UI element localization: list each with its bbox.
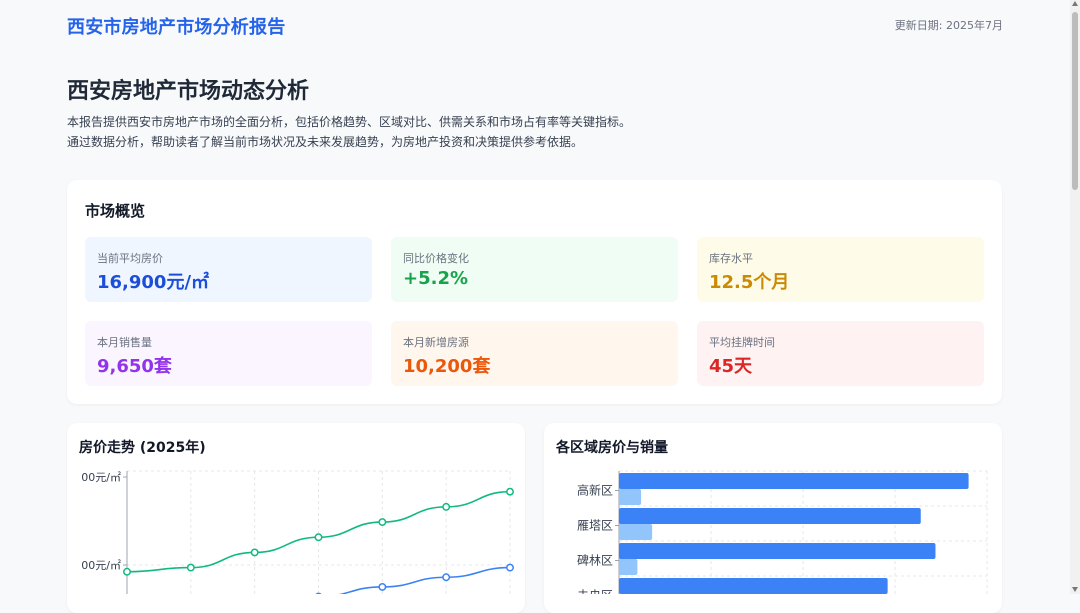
metric-value: 12.5个月 xyxy=(709,272,790,293)
metric-label: 本月销售量 xyxy=(97,336,152,349)
metric-avg-price: 当前平均房价 16,900元/㎡ xyxy=(85,237,372,302)
metric-inventory: 库存水平 12.5个月 xyxy=(697,237,984,302)
metric-value: +5.2% xyxy=(403,268,469,289)
bar-sales xyxy=(619,559,638,575)
category-label: 高新区 xyxy=(577,483,613,498)
intro-line-1: 本报告提供西安市房地产市场的全面分析，包括价格趋势、区域对比、供需关系和市场占有… xyxy=(67,115,632,129)
metric-label: 库存水平 xyxy=(709,252,753,265)
category-label: 碑林区 xyxy=(577,553,613,568)
district-card: 高新区雁塔区碑林区未央区 各区域房价与销量 xyxy=(544,423,1002,613)
bar-price xyxy=(619,473,969,489)
bar-price xyxy=(619,543,936,559)
vertical-scrollbar[interactable] xyxy=(1070,0,1080,594)
data-point xyxy=(186,563,195,572)
bar-sales xyxy=(619,524,653,540)
metric-label: 平均挂牌时间 xyxy=(709,336,775,349)
data-point xyxy=(378,518,387,527)
data-point xyxy=(123,567,131,576)
data-point xyxy=(314,533,323,542)
page-title: 西安房地产市场动态分析 xyxy=(67,79,310,104)
metric-label: 同比价格变化 xyxy=(403,252,469,265)
category-label: 雁塔区 xyxy=(577,519,613,533)
metric-value: 16,900元/㎡ xyxy=(97,272,210,293)
market-overview-card: 市场概览 当前平均房价 16,900元/㎡ 同比价格变化 +5.2% 库存水平 … xyxy=(67,180,1002,404)
district-title: 各区域房价与销量 xyxy=(556,440,668,456)
metric-yoy-change: 同比价格变化 +5.2% xyxy=(391,237,678,302)
scroll-down-arrow-icon[interactable] xyxy=(1072,587,1078,592)
header: 西安市房地产市场分析报告 更新日期: 2025年7月 xyxy=(0,0,1070,50)
data-point xyxy=(250,548,259,557)
site-title[interactable]: 西安市房地产市场分析报告 xyxy=(67,13,285,39)
category-label: 未央区 xyxy=(577,589,613,595)
metric-value: 45天 xyxy=(709,356,753,377)
price-trend-card: 00元/㎡ 00元/㎡ 房价走势 (2025年) xyxy=(67,423,525,613)
y-tick-label: 00元/㎡ xyxy=(81,471,121,484)
data-point xyxy=(442,573,451,582)
metric-avg-listing-time: 平均挂牌时间 45天 xyxy=(697,321,984,386)
metric-new-listings: 本月新增房源 10,200套 xyxy=(391,321,678,386)
metric-label: 本月新增房源 xyxy=(403,336,469,349)
intro-line-2: 通过数据分析，帮助读者了解当前市场状况及未来发展趋势，为房地产投资和决策提供参考… xyxy=(67,135,584,149)
scroll-thumb[interactable] xyxy=(1072,12,1078,190)
intro-text: 本报告提供西安市房地产市场的全面分析，包括价格趋势、区域对比、供需关系和市场占有… xyxy=(67,112,631,152)
price-trend-title: 房价走势 (2025年) xyxy=(79,440,206,456)
update-date: 更新日期: 2025年7月 xyxy=(894,19,1003,32)
data-point xyxy=(506,487,514,496)
y-tick-label: 00元/㎡ xyxy=(81,559,121,572)
metric-value: 9,650套 xyxy=(97,356,172,377)
data-point xyxy=(442,502,451,511)
bar-price xyxy=(619,578,888,594)
bar-sales xyxy=(619,489,642,505)
overview-title: 市场概览 xyxy=(85,202,146,220)
data-point xyxy=(506,563,514,572)
metric-value: 10,200套 xyxy=(403,356,491,377)
data-point xyxy=(378,582,387,591)
metric-monthly-sales: 本月销售量 9,650套 xyxy=(85,321,372,386)
scroll-up-arrow-icon[interactable] xyxy=(1072,1,1078,6)
bar-price xyxy=(619,508,921,524)
metric-label: 当前平均房价 xyxy=(97,252,163,265)
